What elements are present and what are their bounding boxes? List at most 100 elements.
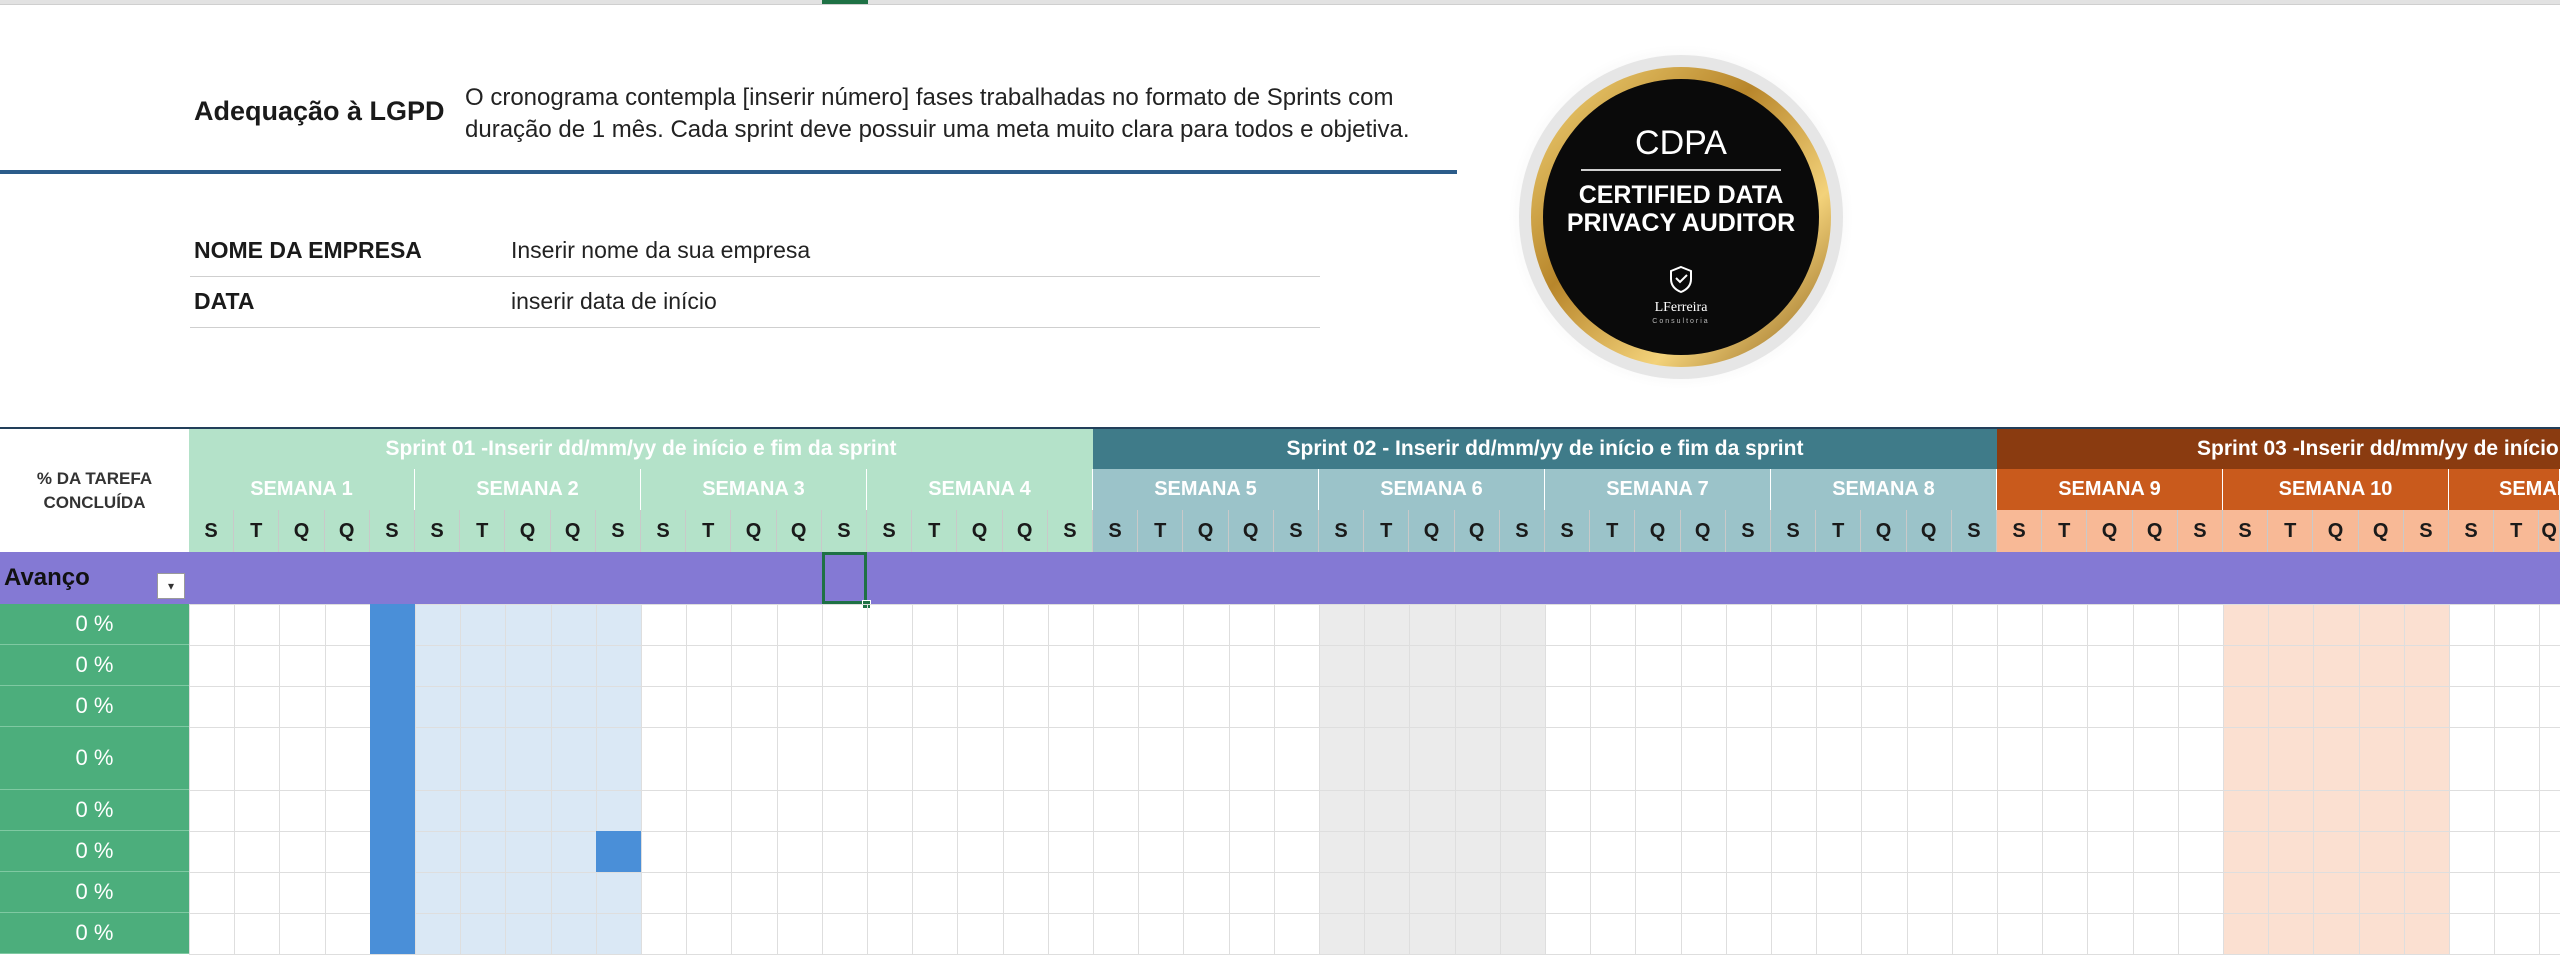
task-bar[interactable] <box>369 604 415 954</box>
pct-header-line-1: % DA TAREFA <box>36 468 153 488</box>
day-header-cell: Q <box>1680 510 1726 552</box>
grid-vline <box>641 604 642 954</box>
grid-hline <box>189 645 2560 646</box>
grid-vline <box>1499 604 1501 954</box>
company-value-cell[interactable]: Inserir nome da sua empresa <box>511 237 810 264</box>
week-label: SEMANA 2 <box>476 478 579 500</box>
grid-vline <box>2042 604 2044 954</box>
sprint-label: Sprint 01 -Inserir dd/mm/yy de início e … <box>385 437 897 460</box>
grid-vline <box>2268 604 2270 954</box>
grid-vline <box>460 604 462 954</box>
week-header-11[interactable]: SEMANA 11 <box>2449 469 2560 510</box>
grid-vline <box>1273 604 1275 954</box>
pct-complete-cell[interactable]: 0 % <box>0 831 189 872</box>
grid-vline <box>595 604 597 954</box>
grid-vline <box>1725 604 1727 954</box>
pct-complete-cell[interactable]: 0 % <box>0 604 189 645</box>
grid-vline <box>189 604 190 954</box>
pct-complete-cell[interactable]: 0 % <box>0 727 189 790</box>
grid-vline <box>1816 604 1818 954</box>
day-header-cell: Q <box>2087 510 2133 552</box>
day-header-cell: S <box>867 510 913 552</box>
day-header-cell: S <box>1725 510 1771 552</box>
day-header-cell: Q <box>505 510 551 552</box>
day-header-cell: S <box>369 510 415 552</box>
pct-complete-cell[interactable]: 0 % <box>0 686 189 727</box>
sprint-header-2[interactable]: Sprint 02 - Inserir dd/mm/yy de início e… <box>1093 429 1997 469</box>
day-header-cell: S <box>189 510 235 552</box>
grid-hline <box>189 831 2560 832</box>
grid-vline <box>1680 604 1682 954</box>
day-header-cell: S <box>2177 510 2223 552</box>
selected-column-indicator <box>822 0 868 4</box>
pct-complete-cell[interactable]: 0 % <box>0 872 189 913</box>
day-header-cell: T <box>2042 510 2088 552</box>
day-header-cell: Q <box>2313 510 2359 552</box>
week-header-1[interactable]: SEMANA 1 <box>189 469 415 510</box>
day-header-cell: Q <box>1861 510 1907 552</box>
chevron-down-icon: ▾ <box>167 579 175 593</box>
day-header-cell: T <box>1590 510 1636 552</box>
badge-line-2: PRIVACY AUDITOR <box>1567 209 1795 237</box>
week-header-7[interactable]: SEMANA 7 <box>1545 469 1771 510</box>
pct-complete-cell[interactable]: 0 % <box>0 790 189 831</box>
grid-vline <box>1002 604 1004 954</box>
grid-vline <box>1906 604 1908 954</box>
week-header-4[interactable]: SEMANA 4 <box>867 469 1093 510</box>
grid-vline <box>2449 604 2450 954</box>
sprint-header-1[interactable]: Sprint 01 -Inserir dd/mm/yy de início e … <box>189 429 1093 469</box>
grid-vline <box>505 604 507 954</box>
day-header-cell: T <box>912 510 958 552</box>
badge-brand: LFerreira <box>1655 300 1709 315</box>
day-header-cell: Q <box>1002 510 1048 552</box>
day-header-cell: S <box>1093 510 1139 552</box>
day-header-cell: Q <box>957 510 1003 552</box>
grid-hline <box>189 604 2560 605</box>
week-header-5[interactable]: SEMANA 5 <box>1093 469 1319 510</box>
grid-vline <box>550 604 552 954</box>
day-header-cell: T <box>460 510 506 552</box>
page-description: O cronograma contempla [inserir número] … <box>465 82 1455 146</box>
day-header-cell: Q <box>2358 510 2404 552</box>
day-header-cell: Q <box>1183 510 1229 552</box>
day-header-cell: S <box>1047 510 1093 552</box>
grid-vline <box>1454 604 1456 954</box>
grid-vline <box>2313 604 2315 954</box>
day-header-cell: T <box>1816 510 1862 552</box>
week-header-9[interactable]: SEMANA 9 <box>1997 469 2223 510</box>
page-title: Adequação à LGPD <box>194 96 445 126</box>
pct-header-line-2: CONCLUÍDA <box>43 492 146 512</box>
pct-complete-cell[interactable]: 0 % <box>0 645 189 686</box>
sprint-header-3[interactable]: Sprint 03 -Inserir dd/mm/yy de início e … <box>1997 429 2560 469</box>
badge-line-1: CERTIFIED DATA <box>1579 181 1784 209</box>
week-header-2[interactable]: SEMANA 2 <box>415 469 641 510</box>
day-header-cell: S <box>821 510 867 552</box>
pct-complete-cell[interactable]: 0 % <box>0 913 189 954</box>
task-marker[interactable] <box>595 831 641 872</box>
grid-vline <box>1364 604 1366 954</box>
day-header-cell: S <box>1545 510 1591 552</box>
spreadsheet-column-header-strip <box>0 0 2560 5</box>
day-header-cell: S <box>2223 510 2269 552</box>
selected-cell[interactable] <box>822 552 867 604</box>
day-header-cell: T <box>1364 510 1410 552</box>
day-header-cell: S <box>1273 510 1319 552</box>
week-header-8[interactable]: SEMANA 8 <box>1771 469 1997 510</box>
avanco-progress-row[interactable] <box>189 552 2560 604</box>
grid-vline <box>2494 604 2496 954</box>
grid-vline <box>1228 604 1230 954</box>
grid-vline <box>2403 604 2405 954</box>
day-header-cell: T <box>2268 510 2314 552</box>
week-header-6[interactable]: SEMANA 6 <box>1319 469 1545 510</box>
grid-vline <box>776 604 778 954</box>
day-header-cell: S <box>415 510 461 552</box>
week-label: SEMANA 6 <box>1380 478 1483 500</box>
date-value-cell[interactable]: inserir data de início <box>511 288 717 315</box>
week-header-3[interactable]: SEMANA 3 <box>641 469 867 510</box>
day-header-cell: S <box>641 510 687 552</box>
badge-acronym: CDPA <box>1635 124 1727 162</box>
grid-vline <box>2223 604 2224 954</box>
week-header-10[interactable]: SEMANA 10 <box>2223 469 2449 510</box>
day-header-cell: S <box>2449 510 2495 552</box>
filter-dropdown-button[interactable]: ▾ <box>157 573 185 599</box>
